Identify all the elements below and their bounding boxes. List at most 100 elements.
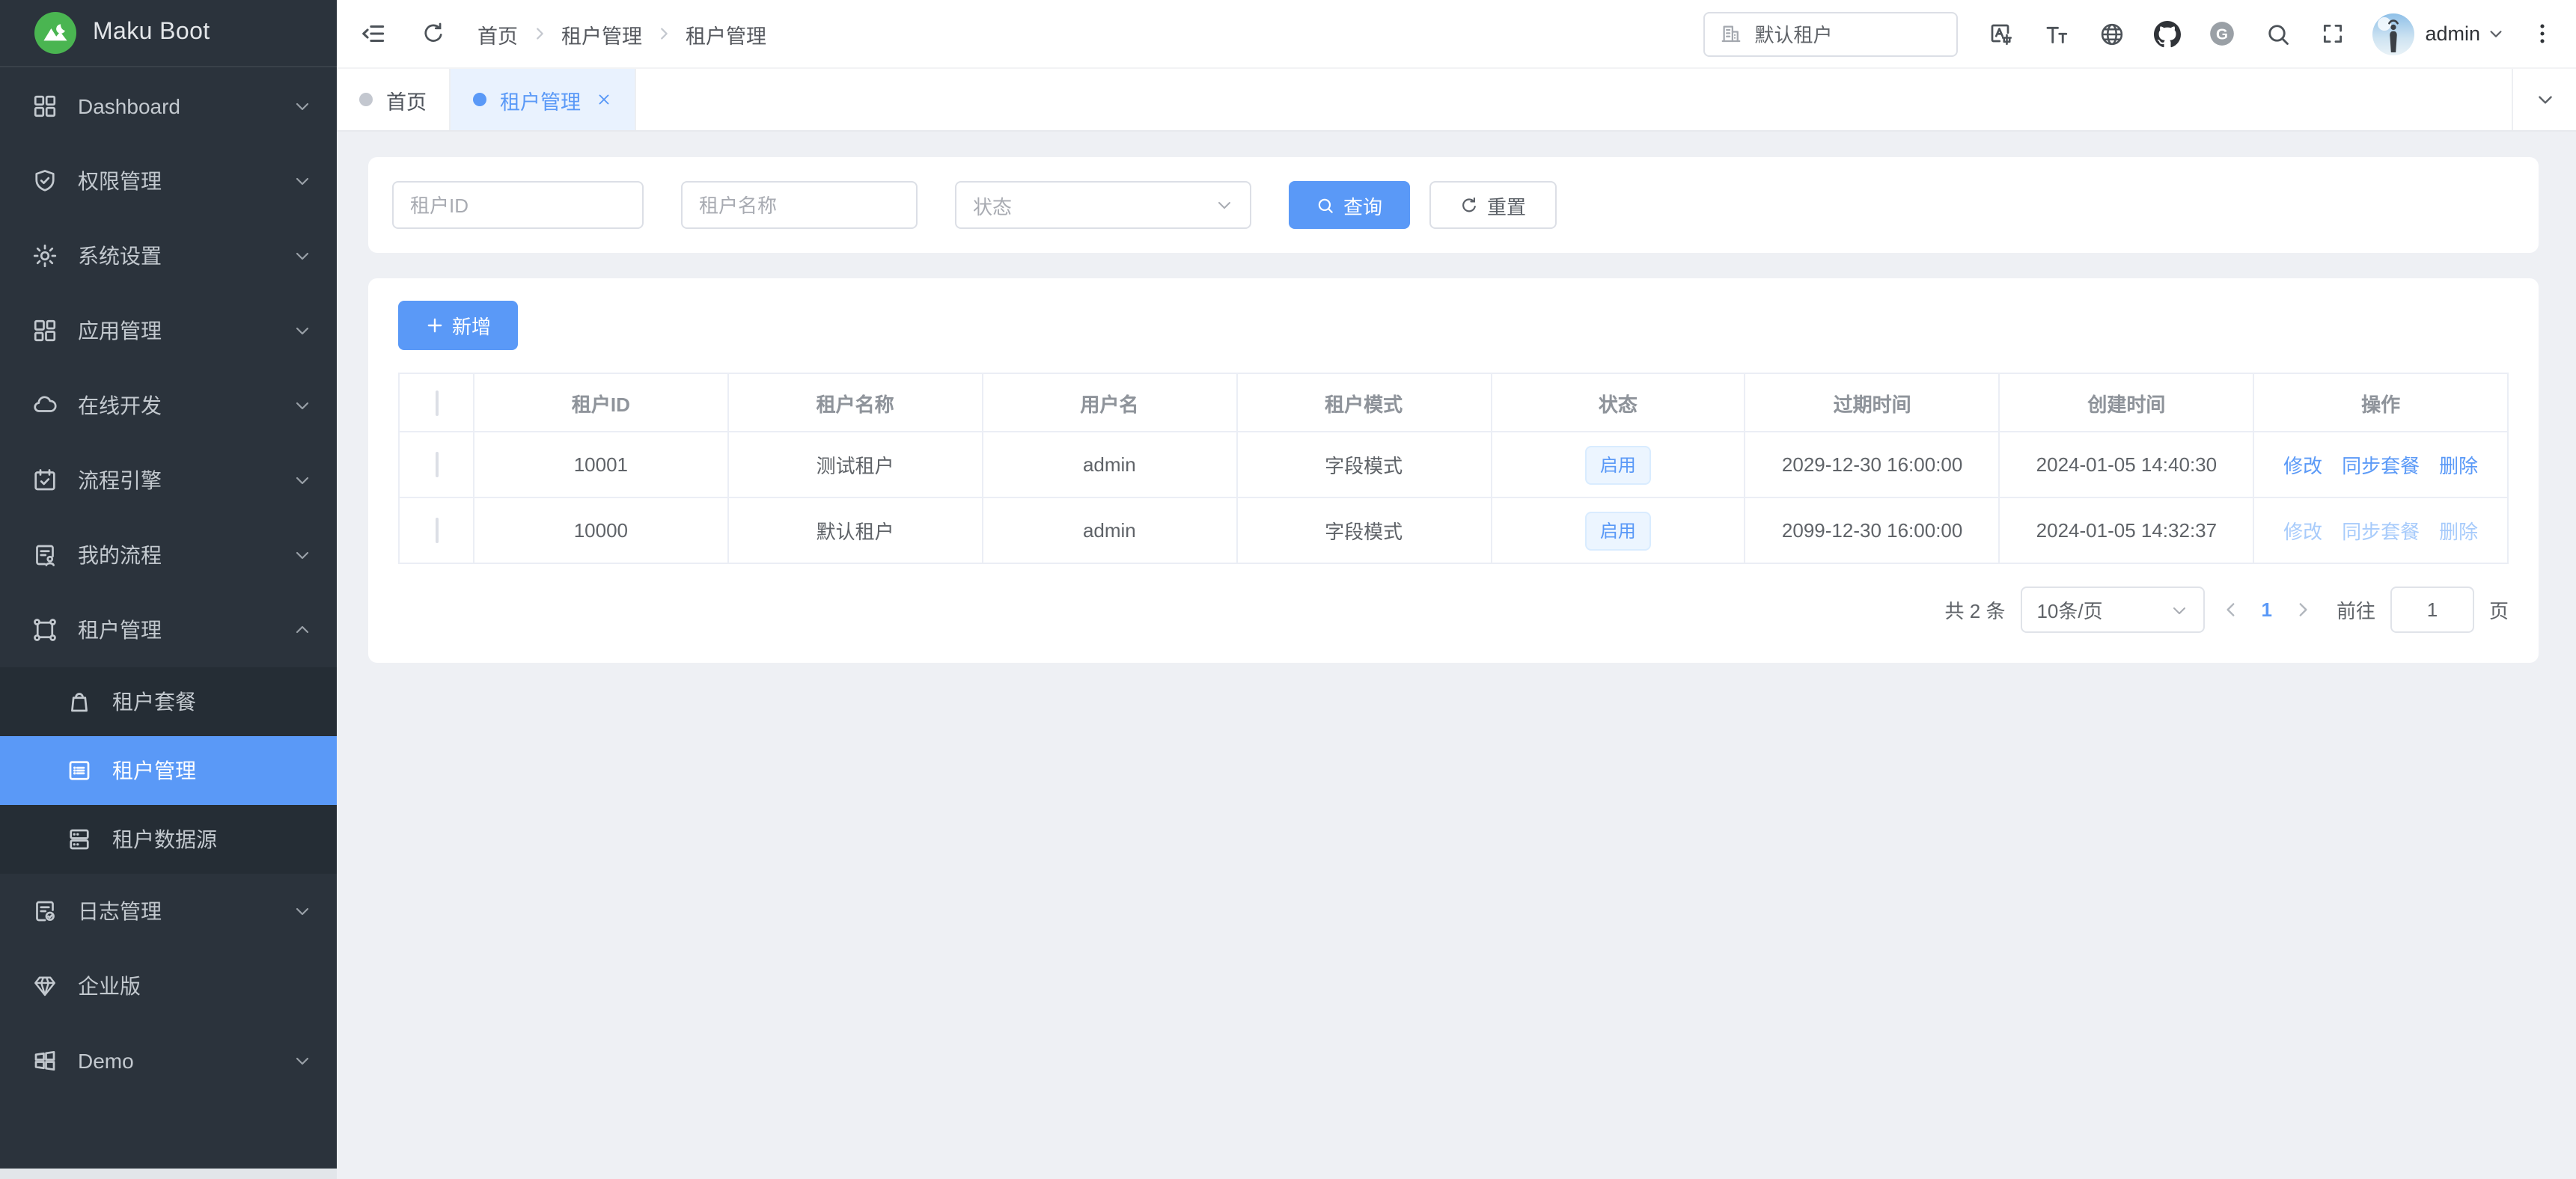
sidebar-item-demo[interactable]: Demo <box>0 1023 337 1098</box>
sidebar: Maku Boot Dashboard 权限管理 系统设置 应用管理 <box>0 0 337 1179</box>
chevron-down-icon <box>293 1052 311 1070</box>
translate-icon[interactable] <box>1973 0 2028 67</box>
tab-tenant-management[interactable]: 租户管理 <box>451 69 636 130</box>
sidebar-item-dashboard[interactable]: Dashboard <box>0 69 337 144</box>
chevron-right-icon <box>656 25 672 42</box>
app-root: Maku Boot Dashboard 权限管理 系统设置 应用管理 <box>0 0 2576 1179</box>
chevron-down-icon <box>1215 196 1233 214</box>
goto-label: 前往 <box>2337 595 2375 624</box>
document-user-icon <box>31 542 58 569</box>
globe-icon[interactable] <box>2084 0 2139 67</box>
sidebar-item-enterprise[interactable]: 企业版 <box>0 949 337 1023</box>
chevron-down-icon <box>293 546 311 564</box>
status-select-placeholder: 状态 <box>973 191 1012 219</box>
row-checkbox[interactable] <box>435 518 438 543</box>
bag-icon <box>66 688 93 715</box>
chevron-down-icon <box>2488 25 2504 42</box>
tenant-name-input[interactable] <box>681 181 918 229</box>
sidebar-item-log-management[interactable]: 日志管理 <box>0 874 337 949</box>
refresh-page-icon[interactable] <box>421 21 446 46</box>
sidebar-item-permissions[interactable]: 权限管理 <box>0 144 337 218</box>
edit-link[interactable]: 修改 <box>2283 450 2322 479</box>
app-logo: Maku Boot <box>0 0 337 67</box>
table-row: 10001 测试租户 admin 字段模式 启用 2029-12-30 16:0… <box>399 432 2508 497</box>
breadcrumb-home[interactable]: 首页 <box>477 19 518 49</box>
tab-dot <box>473 93 486 106</box>
gitee-icon[interactable]: G <box>2194 0 2250 67</box>
sidebar-item-app-management[interactable]: 应用管理 <box>0 293 337 368</box>
chevron-down-icon <box>293 396 311 414</box>
table-header-row: 租户ID 租户名称 用户名 租户模式 状态 过期时间 创建时间 操作 <box>399 373 2508 432</box>
close-icon[interactable] <box>596 91 612 108</box>
status-badge: 启用 <box>1585 511 1651 550</box>
chevron-up-icon <box>293 621 311 639</box>
gear-icon <box>31 242 58 269</box>
chevron-down-icon <box>293 97 311 115</box>
tab-dot <box>359 93 373 106</box>
page-content: 状态 查询 重置 新增 <box>337 132 2576 1179</box>
page-size-select[interactable]: 10条/页 <box>2020 587 2204 633</box>
table-row: 10000 默认租户 admin 字段模式 启用 2099-12-30 16:0… <box>399 497 2508 563</box>
frame-icon <box>31 616 58 643</box>
tab-home[interactable]: 首页 <box>337 69 451 130</box>
more-vertical-icon[interactable] <box>2527 0 2557 67</box>
status-select[interactable]: 状态 <box>955 181 1251 229</box>
breadcrumb-tenant-module[interactable]: 租户管理 <box>561 19 642 49</box>
delete-link: 删除 <box>2439 516 2478 545</box>
avatar[interactable] <box>2372 13 2414 55</box>
page-number[interactable]: 1 <box>2256 598 2276 621</box>
prev-page-icon[interactable] <box>2219 600 2241 619</box>
breadcrumb-current: 租户管理 <box>686 19 766 49</box>
page-size-value: 10条/页 <box>2036 595 2102 624</box>
next-page-icon[interactable] <box>2292 600 2314 619</box>
search-icon <box>1316 195 1336 215</box>
font-size-icon[interactable] <box>2028 0 2084 67</box>
chevron-down-icon <box>293 902 311 920</box>
sidebar-item-system-settings[interactable]: 系统设置 <box>0 218 337 293</box>
refresh-icon <box>1460 195 1480 215</box>
column-header: 过期时间 <box>1745 373 2000 432</box>
sync-package-link[interactable]: 同步套餐 <box>2342 450 2420 479</box>
table-card: 新增 租户ID 租户名称 用户名 租户模式 状态 过期时间 创建时 <box>368 278 2539 663</box>
diamond-icon <box>31 973 58 999</box>
filter-card: 状态 查询 重置 <box>368 157 2539 253</box>
reset-button[interactable]: 重置 <box>1429 181 1557 229</box>
edit-link: 修改 <box>2283 516 2322 545</box>
tenant-select[interactable]: 默认租户 <box>1703 11 1958 56</box>
sidebar-item-online-dev[interactable]: 在线开发 <box>0 368 337 443</box>
sidebar-item-my-workflow[interactable]: 我的流程 <box>0 518 337 592</box>
column-header: 租户ID <box>474 373 728 432</box>
username: admin <box>2425 22 2480 45</box>
plus-icon <box>425 316 445 335</box>
fullscreen-icon[interactable] <box>2305 0 2360 67</box>
user-menu[interactable]: admin <box>2425 22 2504 45</box>
search-icon[interactable] <box>2250 0 2305 67</box>
delete-link[interactable]: 删除 <box>2439 450 2478 479</box>
page-unit-label: 页 <box>2489 595 2509 624</box>
chevron-down-icon <box>293 172 311 190</box>
select-all-checkbox[interactable] <box>435 390 438 415</box>
sidebar-item-tenant-datasource[interactable]: 租户数据源 <box>0 805 337 874</box>
sidebar-item-tenant-management-sub[interactable]: 租户管理 <box>0 736 337 805</box>
column-header: 操作 <box>2253 373 2508 432</box>
sidebar-item-tenant-package[interactable]: 租户套餐 <box>0 667 337 736</box>
github-icon[interactable] <box>2139 0 2194 67</box>
column-header: 状态 <box>1491 373 1745 432</box>
column-header: 租户名称 <box>728 373 983 432</box>
sidebar-item-workflow-engine[interactable]: 流程引擎 <box>0 443 337 518</box>
dashboard-icon <box>31 93 58 120</box>
add-button[interactable]: 新增 <box>398 301 518 350</box>
chevron-down-icon <box>293 471 311 489</box>
sidebar-horizontal-scrollbar[interactable] <box>0 1169 337 1179</box>
tabs-dropdown-icon[interactable] <box>2512 69 2576 130</box>
chevron-down-icon <box>293 322 311 340</box>
column-header: 租户模式 <box>1236 373 1491 432</box>
search-button[interactable]: 查询 <box>1289 181 1410 229</box>
pagination-total: 共 2 条 <box>1945 595 2006 624</box>
sidebar-submenu-tenant: 租户套餐 租户管理 租户数据源 <box>0 667 337 874</box>
goto-page-input[interactable] <box>2390 587 2474 633</box>
row-checkbox[interactable] <box>435 452 438 477</box>
tenant-id-input[interactable] <box>392 181 644 229</box>
sidebar-item-tenant-management[interactable]: 租户管理 <box>0 592 337 667</box>
fold-sidebar-icon[interactable] <box>359 19 388 48</box>
